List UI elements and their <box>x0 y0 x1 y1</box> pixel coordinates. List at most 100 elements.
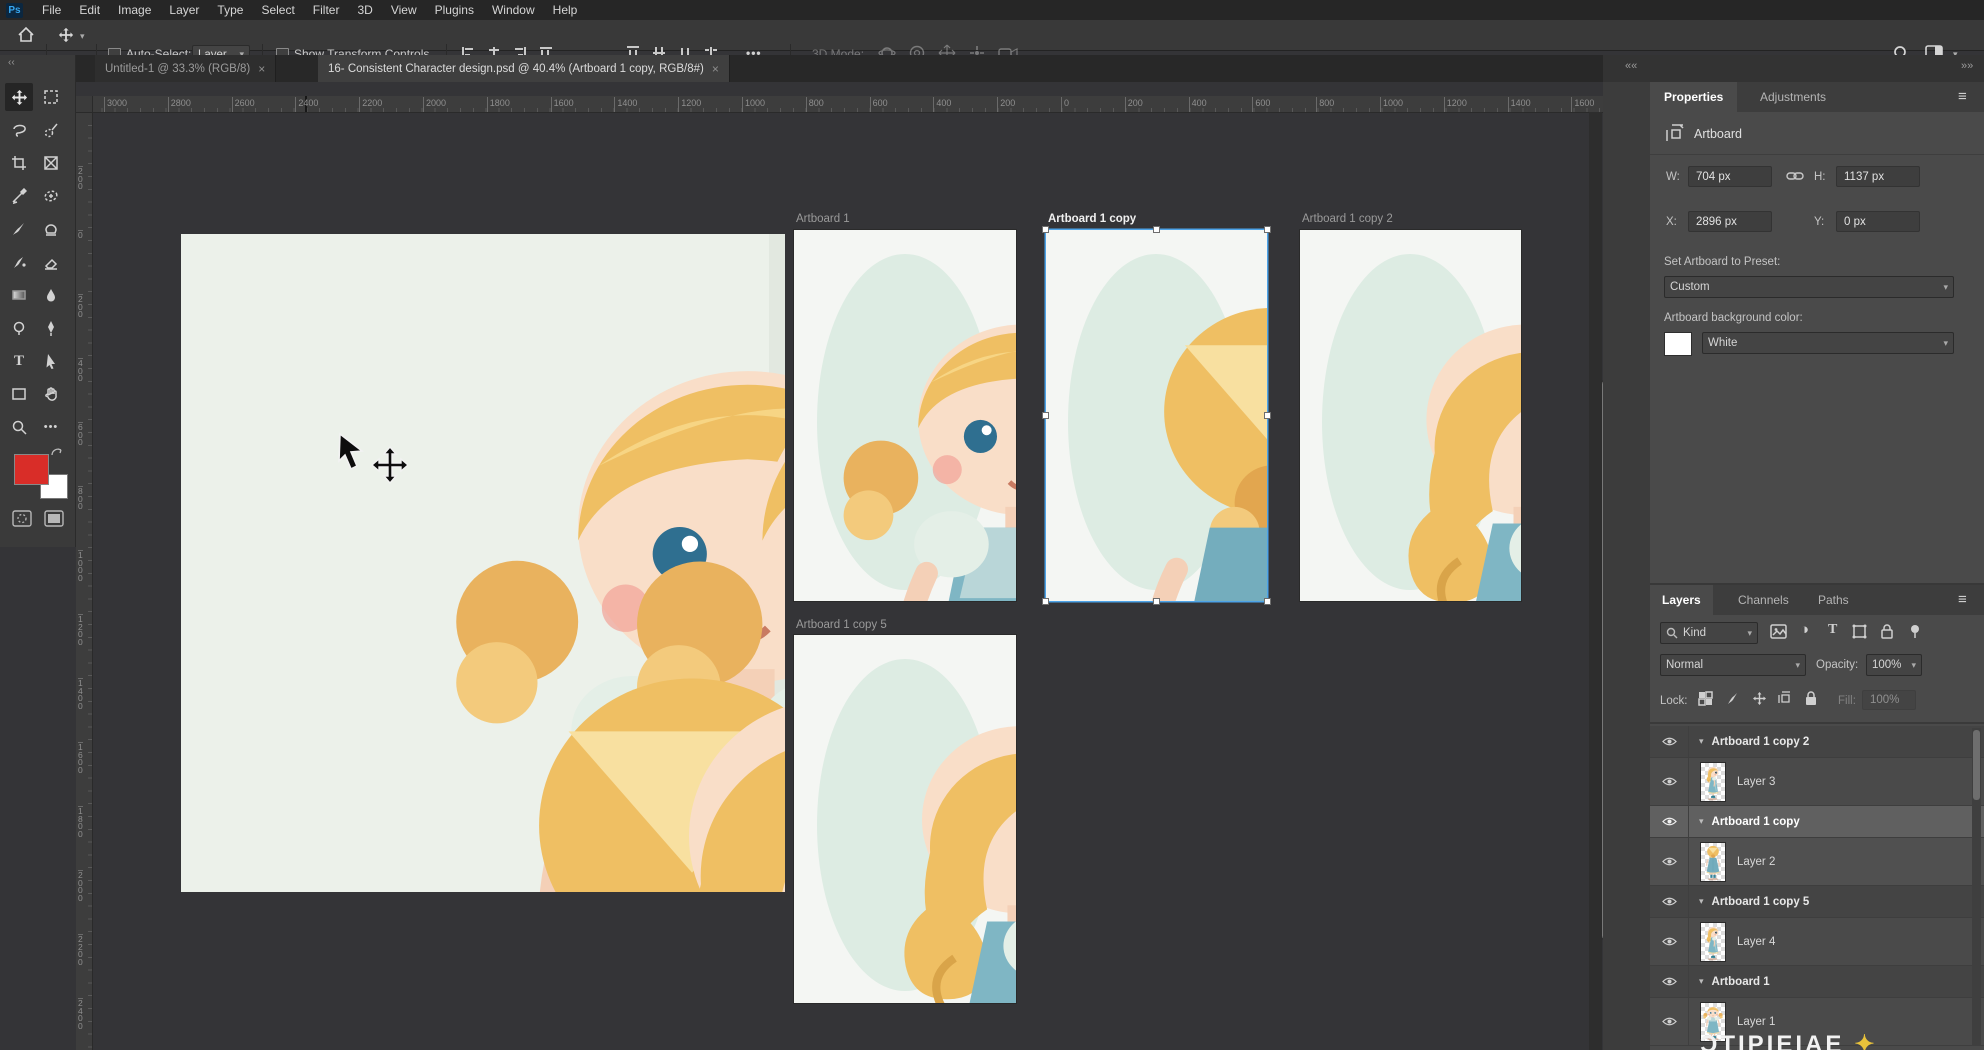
type-tool[interactable]: T <box>5 347 33 375</box>
layer-thumbnail[interactable] <box>1701 923 1725 961</box>
lasso-tool[interactable] <box>5 116 33 144</box>
blend-mode-dropdown[interactable]: Normal▾ <box>1660 654 1806 676</box>
brush-tool[interactable] <box>5 215 33 243</box>
rectangle-tool[interactable] <box>5 380 33 408</box>
artboard-label[interactable]: Artboard 1 <box>796 212 850 226</box>
preset-dropdown[interactable]: Custom▾ <box>1664 276 1954 298</box>
filter-smart-objects-icon[interactable] <box>1880 623 1894 639</box>
history-brush-tool[interactable] <box>5 248 33 276</box>
lock-all-icon[interactable] <box>1804 690 1818 706</box>
layer-row[interactable]: Layer 4 <box>1650 918 1984 966</box>
screen-mode-icon[interactable] <box>44 510 64 527</box>
link-dimensions-icon[interactable] <box>1786 170 1804 182</box>
tab-properties[interactable]: Properties <box>1650 82 1737 112</box>
filter-artboards-icon[interactable] <box>1908 623 1922 639</box>
menu-item[interactable]: View <box>382 1 426 19</box>
clone-stamp-tool[interactable] <box>37 215 65 243</box>
canvas-scrollbar[interactable] <box>1589 112 1602 1050</box>
object-selection-tool[interactable] <box>37 116 65 144</box>
edit-toolbar-icon[interactable]: ••• <box>37 413 65 441</box>
transform-handle[interactable] <box>1264 412 1271 419</box>
filter-shape-layers-icon[interactable] <box>1852 624 1867 639</box>
transform-handle[interactable] <box>1042 226 1049 233</box>
layer-row[interactable]: Layer 2 <box>1650 838 1984 886</box>
hand-tool[interactable] <box>37 380 65 408</box>
gradient-tool[interactable] <box>5 281 33 309</box>
lock-artboard-icon[interactable] <box>1778 691 1793 706</box>
transform-handle[interactable] <box>1153 226 1160 233</box>
x-field[interactable]: 2896 px <box>1688 211 1772 232</box>
eraser-tool[interactable] <box>37 248 65 276</box>
menu-item[interactable]: Window <box>483 1 544 19</box>
panel-menu-icon[interactable]: ≡ <box>1958 90 1967 104</box>
artboard-label-selected[interactable]: Artboard 1 copy <box>1048 212 1136 226</box>
menu-item[interactable]: Filter <box>304 1 349 19</box>
tab-channels[interactable]: Channels <box>1726 585 1801 615</box>
tab-layers[interactable]: Layers <box>1650 585 1713 615</box>
tab-paths[interactable]: Paths <box>1806 585 1861 615</box>
transform-handle[interactable] <box>1264 598 1271 605</box>
chevron-down-icon[interactable]: ▾ <box>1699 736 1704 747</box>
menu-item[interactable]: File <box>33 1 70 19</box>
artboard-1-copy-5[interactable] <box>794 635 1016 1003</box>
menu-item[interactable]: Layer <box>160 1 208 19</box>
path-selection-tool[interactable] <box>37 347 65 375</box>
zoom-tool[interactable] <box>5 413 33 441</box>
visibility-toggle[interactable] <box>1650 886 1689 917</box>
transform-handle[interactable] <box>1153 598 1160 605</box>
close-icon[interactable]: × <box>712 62 719 76</box>
chevron-down-icon[interactable]: ▾ <box>80 31 85 42</box>
width-field[interactable]: 704 px <box>1688 166 1772 187</box>
menu-item[interactable]: Edit <box>70 1 109 19</box>
frame-tool[interactable] <box>37 149 65 177</box>
canvas-area[interactable]: Artboard 1 Artboard 1 copy Artboard 1 co… <box>92 112 1589 1050</box>
visibility-toggle[interactable] <box>1650 758 1689 805</box>
tab-character-design[interactable]: 16- Consistent Character design.psd @ 40… <box>318 55 730 82</box>
lock-transparency-icon[interactable] <box>1698 691 1713 706</box>
artboard-bg-dropdown[interactable]: White▾ <box>1702 332 1954 354</box>
reference-image[interactable] <box>181 234 785 892</box>
menu-item[interactable]: Select <box>252 1 303 19</box>
tab-untitled-1[interactable]: Untitled-1 @ 33.3% (RGB/8) × <box>95 55 276 82</box>
dodge-tool[interactable] <box>5 314 33 342</box>
artboard-label[interactable]: Artboard 1 copy 2 <box>1302 212 1393 226</box>
visibility-toggle[interactable] <box>1650 966 1689 997</box>
filter-adjustment-layers-icon[interactable]: ◑ <box>1800 621 1809 638</box>
layer-group-row-selected[interactable]: ▾ Artboard 1 copy <box>1650 806 1984 838</box>
height-field[interactable]: 1137 px <box>1836 166 1920 187</box>
artboard-label[interactable]: Artboard 1 copy 5 <box>796 618 887 632</box>
filter-type-layers-icon[interactable]: T <box>1828 622 1837 638</box>
pen-tool[interactable] <box>37 314 65 342</box>
menu-item[interactable]: Image <box>109 1 160 19</box>
menu-item[interactable]: Type <box>208 1 252 19</box>
menu-item[interactable]: Plugins <box>426 1 483 19</box>
swap-colors-icon[interactable] <box>50 447 64 459</box>
collapse-dock-icon[interactable]: «« <box>1625 60 1637 72</box>
layer-group-row[interactable]: ▾ Artboard 1 copy 5 <box>1650 886 1984 918</box>
lock-position-icon[interactable] <box>1752 691 1767 706</box>
y-field[interactable]: 0 px <box>1836 211 1920 232</box>
quick-mask-icon[interactable] <box>12 510 32 527</box>
visibility-toggle[interactable] <box>1650 918 1689 965</box>
blur-tool[interactable] <box>37 281 65 309</box>
layer-thumbnail[interactable] <box>1701 843 1725 881</box>
layer-group-row[interactable]: ▾ Artboard 1 <box>1650 966 1984 998</box>
artboard-1[interactable] <box>794 230 1016 601</box>
menu-item[interactable]: Help <box>544 1 587 19</box>
lock-pixels-icon[interactable] <box>1726 691 1741 706</box>
transform-handle[interactable] <box>1264 226 1271 233</box>
visibility-toggle[interactable] <box>1650 806 1689 837</box>
menu-item[interactable]: 3D <box>348 1 381 19</box>
collapse-panel-icon[interactable]: ‹‹ <box>8 57 15 68</box>
opacity-dropdown[interactable]: 100%▾ <box>1866 654 1922 676</box>
visibility-toggle[interactable] <box>1650 998 1689 1045</box>
layer-filter-kind-dropdown[interactable]: Kind ▾ <box>1660 622 1758 644</box>
layers-scrollbar[interactable] <box>1972 728 1981 1046</box>
foreground-color-swatch[interactable] <box>14 454 49 485</box>
layer-thumbnail[interactable] <box>1701 763 1725 801</box>
chevron-down-icon[interactable]: ▾ <box>1699 896 1704 907</box>
artboard-bg-swatch[interactable] <box>1664 332 1692 356</box>
artboard-1-copy[interactable] <box>1046 230 1267 601</box>
chevron-down-icon[interactable]: ▾ <box>1699 816 1704 827</box>
move-tool-icon[interactable] <box>58 27 74 43</box>
